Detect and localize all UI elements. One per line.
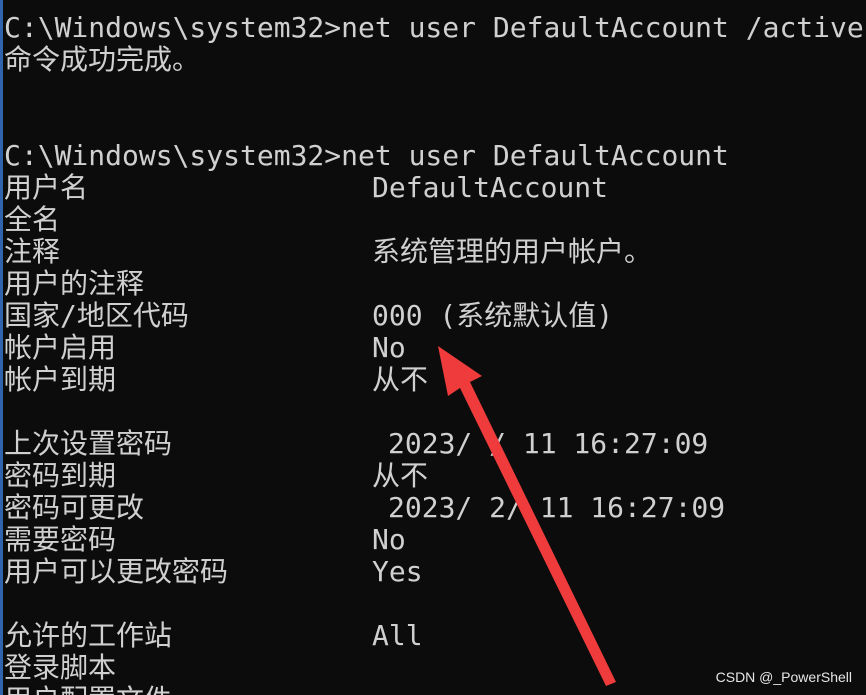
watermark: CSDN @_PowerShell xyxy=(715,669,852,685)
red-arrow-annotation xyxy=(438,346,616,686)
console-window[interactable]: C:\Windows\system32>net user DefaultAcco… xyxy=(0,0,866,695)
arrow-shape xyxy=(438,346,616,686)
